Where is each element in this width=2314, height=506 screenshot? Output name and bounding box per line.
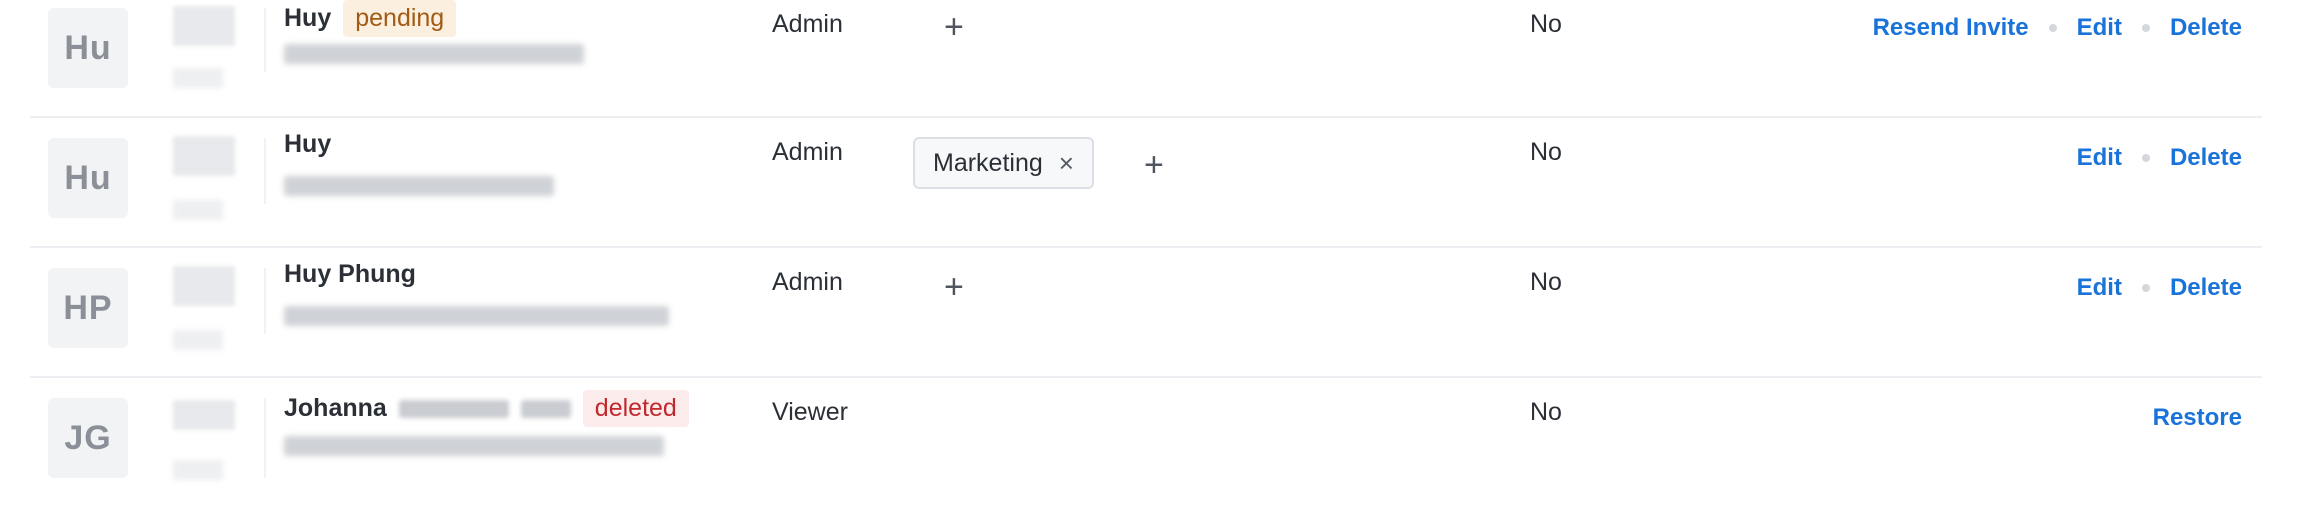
delete-link[interactable]: Delete (2170, 14, 2242, 42)
status-badge-pending: pending (343, 0, 457, 37)
plus-icon[interactable]: + (944, 270, 964, 304)
avatar: Hu (48, 8, 128, 88)
user-name-line: Huy (284, 130, 331, 159)
user-flag-value: No (1530, 398, 1562, 426)
row-actions: Restore (2153, 404, 2242, 432)
team-tag-label: Marketing (933, 148, 1043, 177)
user-name: Johanna (284, 394, 387, 422)
user-name-line: Huy Phung (284, 260, 416, 289)
edit-link[interactable]: Edit (2077, 274, 2122, 302)
blurred-thumbnail (173, 68, 223, 88)
separator-dot (2141, 284, 2150, 292)
row-actions: Edit Delete (2077, 144, 2242, 172)
restore-link[interactable]: Restore (2153, 404, 2242, 432)
user-role: Admin (772, 268, 843, 296)
user-flag-value: No (1530, 268, 1562, 296)
user-name-line: Johanna deleted (284, 390, 689, 427)
status-badge-deleted: deleted (582, 390, 689, 427)
blurred-surname (520, 399, 571, 418)
divider (264, 268, 266, 334)
plus-icon[interactable]: + (1144, 148, 1164, 182)
user-row: JG Johanna deleted Viewer No Restore (30, 376, 2262, 506)
edit-link[interactable]: Edit (2077, 14, 2122, 42)
user-name-line: Huy pending (284, 0, 457, 37)
user-name: Huy Phung (284, 260, 416, 288)
blurred-thumbnail (173, 200, 223, 220)
blurred-thumbnail (173, 266, 235, 306)
user-row: Hu Huy pending Admin + No Resend Invite … (30, 0, 2262, 118)
user-flag-value: No (1530, 138, 1562, 166)
blurred-email (284, 176, 554, 196)
user-flag-value: No (1530, 10, 1562, 38)
close-icon[interactable]: × (1059, 150, 1074, 176)
blurred-thumbnail (173, 400, 235, 430)
row-actions: Resend Invite Edit Delete (1873, 14, 2242, 42)
blurred-email (284, 44, 584, 64)
avatar: Hu (48, 138, 128, 218)
delete-link[interactable]: Delete (2170, 274, 2242, 302)
blurred-email (284, 306, 669, 326)
blurred-thumbnail (173, 330, 223, 350)
team-tag[interactable]: Marketing × (913, 137, 1094, 189)
user-row: HP Huy Phung Admin + No Edit Delete (30, 246, 2262, 378)
user-role: Admin (772, 10, 843, 38)
avatar: JG (48, 398, 128, 478)
delete-link[interactable]: Delete (2170, 144, 2242, 172)
divider (264, 8, 266, 72)
blurred-thumbnail (173, 136, 235, 176)
row-actions: Edit Delete (2077, 274, 2242, 302)
edit-link[interactable]: Edit (2077, 144, 2122, 172)
divider (264, 138, 266, 204)
blurred-thumbnail (173, 460, 223, 480)
separator-dot (2048, 24, 2057, 32)
user-name: Huy (284, 4, 332, 32)
user-role: Admin (772, 138, 843, 166)
divider (264, 398, 266, 478)
avatar: HP (48, 268, 128, 348)
user-name: Huy (284, 130, 332, 158)
separator-dot (2141, 154, 2150, 162)
separator-dot (2141, 24, 2150, 32)
blurred-surname (398, 399, 509, 418)
user-role: Viewer (772, 398, 848, 426)
user-row: Hu Huy Admin Marketing × + No Edit Delet… (30, 116, 2262, 248)
resend-invite-link[interactable]: Resend Invite (1873, 14, 2029, 42)
blurred-email (284, 436, 664, 456)
plus-icon[interactable]: + (944, 10, 964, 44)
blurred-thumbnail (173, 6, 235, 46)
